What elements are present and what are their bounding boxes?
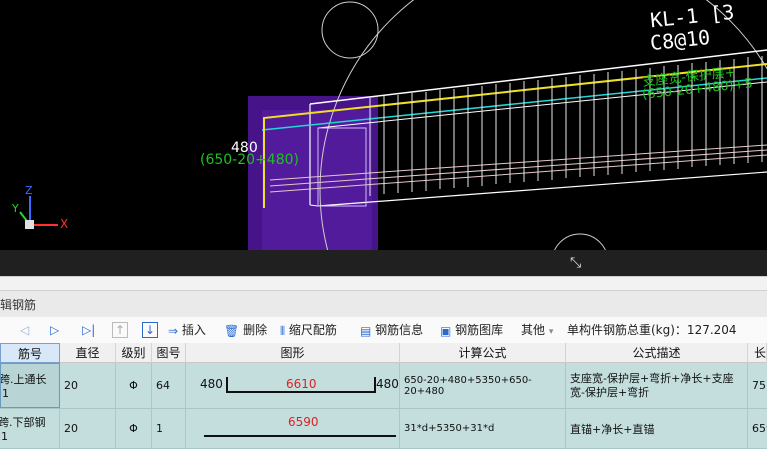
formula-cell[interactable]: 31*d+5350+31*d (400, 409, 566, 448)
bar-name-cell[interactable]: 跨.上通长 i1 (0, 363, 60, 408)
table-row[interactable]: 跨.下部钢 i1 20 Φ 1 6590 31*d+5350+31*d 直锚+净… (0, 409, 767, 449)
shape-no-cell[interactable]: 64 (152, 363, 186, 408)
rebar-toolbar: ◁ ▷ ▷| ↑ ↓ ⇒ 插入 🗑 删除 ⫴ 缩尺配筋 ▤ 钢筋信息 ▣ 钢筋图… (0, 317, 767, 343)
panel-title: 辑钢筋 (0, 298, 37, 312)
insert-button[interactable]: ⇒ 插入 (168, 321, 206, 339)
grade-cell[interactable]: Φ (116, 363, 152, 408)
header-shape[interactable]: 图形 (186, 343, 400, 363)
other-label: 其他 (521, 323, 546, 337)
rebar-info-label: 钢筋信息 (375, 323, 424, 337)
info-icon: ▤ (360, 323, 372, 338)
length-cell[interactable]: 757 (748, 363, 767, 408)
bar-name: 跨.下部钢 (0, 416, 46, 429)
desc-cell[interactable]: 支座宽-保护层+弯折+净长+支座宽-保护层+弯折 (566, 363, 748, 408)
formula-cell[interactable]: 650-20+480+5350+650-20+480 (400, 363, 566, 408)
axis-z-label: Z (25, 184, 33, 197)
scale-rebar-label: 缩尺配筋 (288, 323, 337, 337)
shape-cell[interactable]: 480 6610 480 (186, 363, 400, 408)
header-bar-no[interactable]: 筋号 (0, 343, 60, 363)
other-menu-button[interactable]: 其他 ▾ (521, 321, 553, 339)
splitter-gap (0, 276, 767, 291)
rebar-table: 筋号 直径(mm) 级别 图号 图形 计算公式 公式描述 长 跨.上通长 i1 … (0, 343, 767, 449)
delete-label: 删除 (243, 323, 268, 337)
axis-x-label: X (60, 217, 69, 231)
table-row[interactable]: 跨.上通长 i1 20 Φ 64 480 6610 480 650-20+480… (0, 363, 767, 409)
dimension-formula: (650-20+480) (200, 152, 299, 168)
rebar-info-button[interactable]: ▤ 钢筋信息 (360, 321, 423, 339)
desc-cell[interactable]: 直锚+净长+直锚 (566, 409, 748, 448)
header-diameter[interactable]: 直径(mm) (60, 343, 116, 380)
rebar-library-label: 钢筋图库 (455, 323, 504, 337)
chevron-down-icon: ▾ (548, 327, 554, 337)
scale-rebar-button[interactable]: ⫴ 缩尺配筋 (280, 321, 337, 339)
shape-mid-value: 6590 (288, 415, 319, 429)
library-icon: ▣ (440, 323, 452, 338)
bar-name-suffix: i1 (0, 430, 9, 443)
viewport-status-bar (0, 250, 767, 276)
trash-icon: 🗑 (224, 323, 240, 338)
shape-cell[interactable]: 6590 (186, 409, 400, 448)
shape-right-value: 480 (376, 377, 399, 391)
shape-left-value: 480 (200, 377, 223, 391)
last-record-icon[interactable]: ▷| (82, 321, 95, 339)
header-desc[interactable]: 公式描述 (566, 343, 748, 363)
bar-name-cell[interactable]: 跨.下部钢 i1 (0, 409, 60, 448)
header-formula[interactable]: 计算公式 (400, 343, 566, 363)
collapse-icon[interactable]: ⤡ (570, 255, 581, 271)
diameter-cell[interactable]: 20 (60, 363, 116, 408)
header-length[interactable]: 长 (748, 343, 767, 363)
grade-cell[interactable]: Φ (116, 409, 152, 448)
shape-mid-value: 6610 (286, 377, 317, 391)
shape-no-cell[interactable]: 1 (152, 409, 186, 448)
first-record-icon[interactable]: ◁ (20, 321, 29, 339)
bar-chart-icon: ⫴ (280, 323, 286, 338)
shape-line (204, 435, 396, 437)
axis-y-label: Y (12, 202, 19, 215)
header-shape-no[interactable]: 图号 (152, 343, 186, 363)
insert-label: 插入 (181, 323, 206, 337)
diameter-cell[interactable]: 20 (60, 409, 116, 448)
next-record-icon[interactable]: ▷ (50, 321, 59, 339)
rebar-library-button[interactable]: ▣ 钢筋图库 (440, 321, 503, 339)
3d-viewport[interactable]: KL-1 [3 C8@10 支座宽-保护层+ (650-20+480)+5 48… (0, 0, 767, 276)
total-weight-text: 单构件钢筋总重(kg)：127.204 (567, 323, 737, 337)
delete-button[interactable]: 🗑 删除 (224, 321, 267, 339)
bar-name: 跨.上通长 (0, 373, 47, 386)
move-down-icon[interactable]: ↓ (142, 322, 158, 338)
length-cell[interactable]: 659 (748, 409, 767, 448)
bar-name-suffix: i1 (0, 387, 10, 400)
panel-header: 辑钢筋 (0, 290, 767, 318)
header-grade[interactable]: 级别 (116, 343, 152, 363)
move-up-icon[interactable]: ↑ (112, 322, 128, 338)
insert-icon: ⇒ (168, 323, 179, 338)
